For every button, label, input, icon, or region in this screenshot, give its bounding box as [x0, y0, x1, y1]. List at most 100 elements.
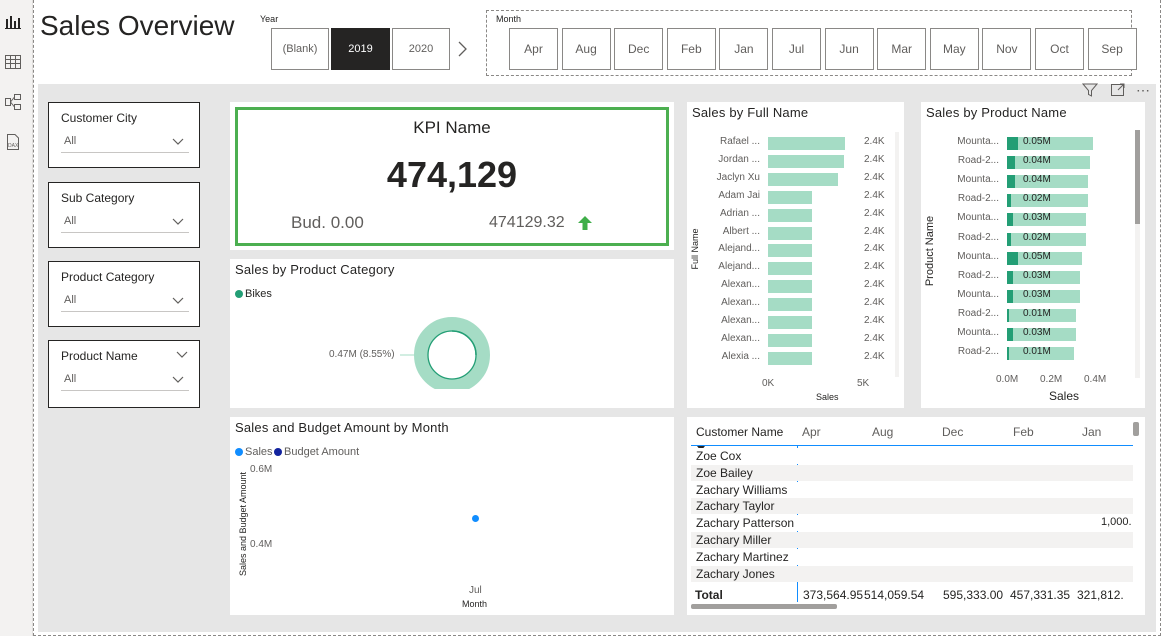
chevron-down-icon[interactable]: [171, 134, 185, 148]
month-option-oct[interactable]: Oct: [1035, 28, 1084, 70]
matrix-hscroll-thumb[interactable]: [691, 604, 837, 609]
full-name-scrollbar[interactable]: [895, 132, 899, 377]
report-view-icon[interactable]: [5, 14, 21, 30]
full-name-chart-card[interactable]: Sales by Full Name Full Name Rafael ... 2…: [687, 102, 904, 408]
product-name-label: Mounta...: [957, 250, 999, 262]
legend-dot-bikes: [235, 290, 243, 298]
product-name-label: Road-2...: [957, 155, 999, 167]
month-option-jul[interactable]: Jul: [772, 28, 821, 70]
full-name-bar[interactable]: [768, 298, 812, 312]
line-chart-card[interactable]: Sales and Budget Amount by Month Sales B…: [230, 417, 674, 615]
month-option-dec[interactable]: Dec: [614, 28, 664, 70]
slicer-product-name[interactable]: Product Name All: [48, 340, 200, 408]
matrix-vscroll-thumb[interactable]: [1133, 422, 1139, 436]
table-row[interactable]: Zachary Williams: [691, 481, 1133, 498]
slicer-product-category[interactable]: Product Category All: [48, 261, 200, 327]
full-name-bar[interactable]: [768, 172, 839, 186]
table-row[interactable]: Zoe Cox: [691, 448, 1133, 464]
model-view-icon[interactable]: [5, 94, 21, 110]
customer-matrix-card[interactable]: Customer Name Apr Aug Dec Feb Jan Zoe Co…: [687, 417, 1145, 615]
matrix-header-jan[interactable]: Jan: [1082, 425, 1101, 439]
full-name-bar[interactable]: [768, 333, 812, 347]
product-name-bar-highlight: [1007, 175, 1015, 189]
full-name-label: Alexan...: [721, 279, 760, 291]
full-name-bar[interactable]: [768, 137, 846, 150]
line-chart-title: Sales and Budget Amount by Month: [235, 420, 449, 435]
slicer-value: All: [64, 294, 77, 306]
full-name-bar[interactable]: [768, 351, 812, 365]
filter-icon[interactable]: [1081, 82, 1099, 103]
more-options-icon[interactable]: ⋯: [1136, 82, 1150, 99]
kpi-card[interactable]: KPI Name 474,129 Bud. 0.00 474129.32: [230, 102, 674, 250]
month-option-aug[interactable]: Aug: [561, 28, 611, 70]
collapse-chevron-icon[interactable]: [175, 347, 189, 358]
product-name-y-axis-title: Product Name: [924, 215, 936, 287]
product-name-value-label: 0.05M: [1023, 250, 1051, 262]
product-name-bar-highlight: [1007, 328, 1013, 341]
line-xtick-jul: Jul: [469, 585, 482, 596]
slicer-dropdown[interactable]: All: [61, 291, 189, 312]
matrix-header-customer-name[interactable]: Customer Name: [696, 425, 783, 439]
slicer-customer-city[interactable]: Customer City All: [48, 102, 200, 168]
month-option-jun[interactable]: Jun: [824, 28, 874, 70]
matrix-header-aug[interactable]: Aug: [872, 425, 893, 439]
product-name-value-label: 0.03M: [1023, 212, 1051, 224]
product-name-label: Mounta...: [957, 288, 999, 300]
left-navigation: DAX: [0, 0, 33, 636]
month-option-jan[interactable]: Jan: [719, 28, 769, 70]
product-name-bar-highlight: [1007, 251, 1018, 265]
line-x-axis-title: Month: [462, 599, 488, 609]
month-option-mar[interactable]: Mar: [877, 28, 927, 70]
full-name-value-label: 2.4K: [864, 136, 885, 147]
table-row[interactable]: Zachary Jones: [691, 565, 1133, 582]
product-name-chart-card[interactable]: Sales by Product Name Product Name Mount…: [921, 102, 1145, 408]
slicer-sub-category[interactable]: Sub Category All: [48, 182, 200, 248]
table-row[interactable]: Zachary Miller: [691, 532, 1133, 548]
month-option-may[interactable]: May: [929, 28, 979, 70]
chevron-down-icon[interactable]: [171, 293, 185, 307]
matrix-header-dec[interactable]: Dec: [942, 425, 963, 439]
full-name-bar[interactable]: [768, 226, 812, 240]
slicer-dropdown[interactable]: All: [61, 212, 189, 233]
donut-legend-bikes: Bikes: [245, 288, 272, 300]
full-name-bar[interactable]: [768, 244, 812, 258]
dax-query-icon[interactable]: DAX: [5, 134, 21, 150]
matrix-header-apr[interactable]: Apr: [802, 425, 821, 439]
month-option-feb[interactable]: Feb: [666, 28, 716, 70]
sales-data-point[interactable]: [472, 515, 479, 523]
table-row[interactable]: Zoe Bailey: [691, 464, 1133, 481]
chevron-down-icon[interactable]: [171, 214, 185, 228]
table-row[interactable]: Zachary Martinez: [691, 548, 1133, 565]
full-name-bar[interactable]: [768, 280, 812, 294]
line-y-axis-title: Sales and Budget Amount: [238, 471, 248, 577]
product-name-scrollbar-thumb[interactable]: [1135, 130, 1140, 224]
full-name-bar[interactable]: [768, 262, 812, 276]
month-option-sep[interactable]: Sep: [1087, 28, 1137, 70]
full-name-label: Adrian ...: [719, 207, 760, 219]
month-option-nov[interactable]: Nov: [982, 28, 1032, 70]
chevron-down-icon[interactable]: [171, 372, 185, 386]
slicer-dropdown[interactable]: All: [61, 132, 189, 153]
slicer-dropdown[interactable]: All: [61, 370, 189, 391]
full-name-bar[interactable]: [768, 316, 812, 329]
full-name-bar[interactable]: [768, 190, 812, 204]
year-option-2019[interactable]: 2019: [331, 28, 390, 70]
year-option-blank[interactable]: (Blank): [271, 28, 329, 70]
legend-budget-amount: Budget Amount: [284, 446, 360, 458]
table-row[interactable]: Zachary Patterson 1,000.: [691, 515, 1133, 532]
year-next-chevron-icon[interactable]: [456, 40, 468, 63]
line-ytick-1: 0.4M: [250, 539, 273, 550]
month-option-apr[interactable]: Apr: [509, 28, 558, 70]
matrix-header-feb[interactable]: Feb: [1013, 425, 1034, 439]
data-view-icon[interactable]: [5, 54, 21, 70]
product-name-value-label: 0.03M: [1023, 327, 1051, 338]
donut-chart-card[interactable]: Sales by Product Category Bikes 0.47M (8…: [230, 259, 674, 408]
slicer-title: Sub Category: [61, 191, 135, 205]
year-option-2020[interactable]: 2020: [392, 28, 450, 70]
table-row[interactable]: Zachary Taylor: [691, 498, 1133, 515]
focus-mode-icon[interactable]: [1110, 82, 1126, 103]
full-name-bar[interactable]: [768, 208, 812, 222]
matrix-total-jan: 321,812.: [1077, 588, 1124, 602]
full-name-bar[interactable]: [768, 154, 844, 168]
product-name-label: Road-2...: [957, 193, 999, 205]
